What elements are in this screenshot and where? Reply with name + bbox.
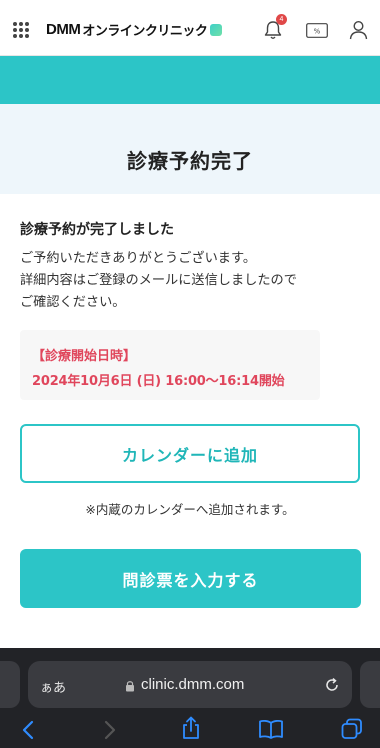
appointment-datetime: 2024年10月6日 (日) 16:00〜16:14開始 (32, 374, 285, 389)
page-title: 診療予約完了 (127, 149, 253, 173)
user-icon[interactable] (349, 20, 368, 40)
app-header: DMM オンラインクリニック 4 % (0, 0, 380, 56)
svg-text:%: % (314, 28, 321, 36)
bookmarks-icon[interactable] (258, 719, 284, 739)
add-to-calendar-button[interactable]: カレンダーに追加 (20, 424, 360, 483)
back-icon[interactable] (20, 720, 36, 740)
logo-brand: DMM (46, 21, 81, 38)
forward-icon[interactable] (102, 720, 118, 740)
tabs-icon[interactable] (341, 718, 363, 740)
text-size-button[interactable]: ぁあ (40, 677, 66, 696)
calendar-note: ※内蔵のカレンダーへ追加されます。 (85, 502, 295, 517)
grid-menu-icon[interactable] (13, 22, 29, 38)
previous-tab-peek[interactable] (0, 661, 20, 708)
message-line: ご予約いただきありがとうございます。 (20, 251, 257, 266)
appointment-box (20, 330, 320, 400)
notification-badge: 4 (276, 14, 287, 25)
url-text[interactable]: clinic.dmm.com (141, 676, 244, 693)
coupon-icon[interactable]: % (306, 23, 328, 38)
message-line: ご確認ください。 (20, 295, 126, 310)
fill-questionnaire-button[interactable]: 問診票を入力する (20, 549, 361, 608)
logo-mark-icon (210, 23, 223, 36)
lock-icon (126, 681, 134, 692)
appointment-label: 【診療開始日時】 (32, 349, 137, 364)
reload-icon[interactable] (324, 677, 340, 693)
completion-message: ご予約いただきありがとうございます。 詳細内容はご登録のメールに送信しましたので… (20, 248, 365, 314)
logo-suffix: オンラインクリニック (82, 24, 208, 39)
next-tab-peek[interactable] (360, 661, 380, 708)
completion-heading: 診療予約が完了しました (20, 222, 174, 238)
accent-band (0, 56, 380, 104)
message-line: 詳細内容はご登録のメールに送信しましたので (20, 273, 297, 288)
share-icon[interactable] (181, 716, 201, 740)
logo[interactable]: DMM オンラインクリニック (46, 20, 223, 39)
